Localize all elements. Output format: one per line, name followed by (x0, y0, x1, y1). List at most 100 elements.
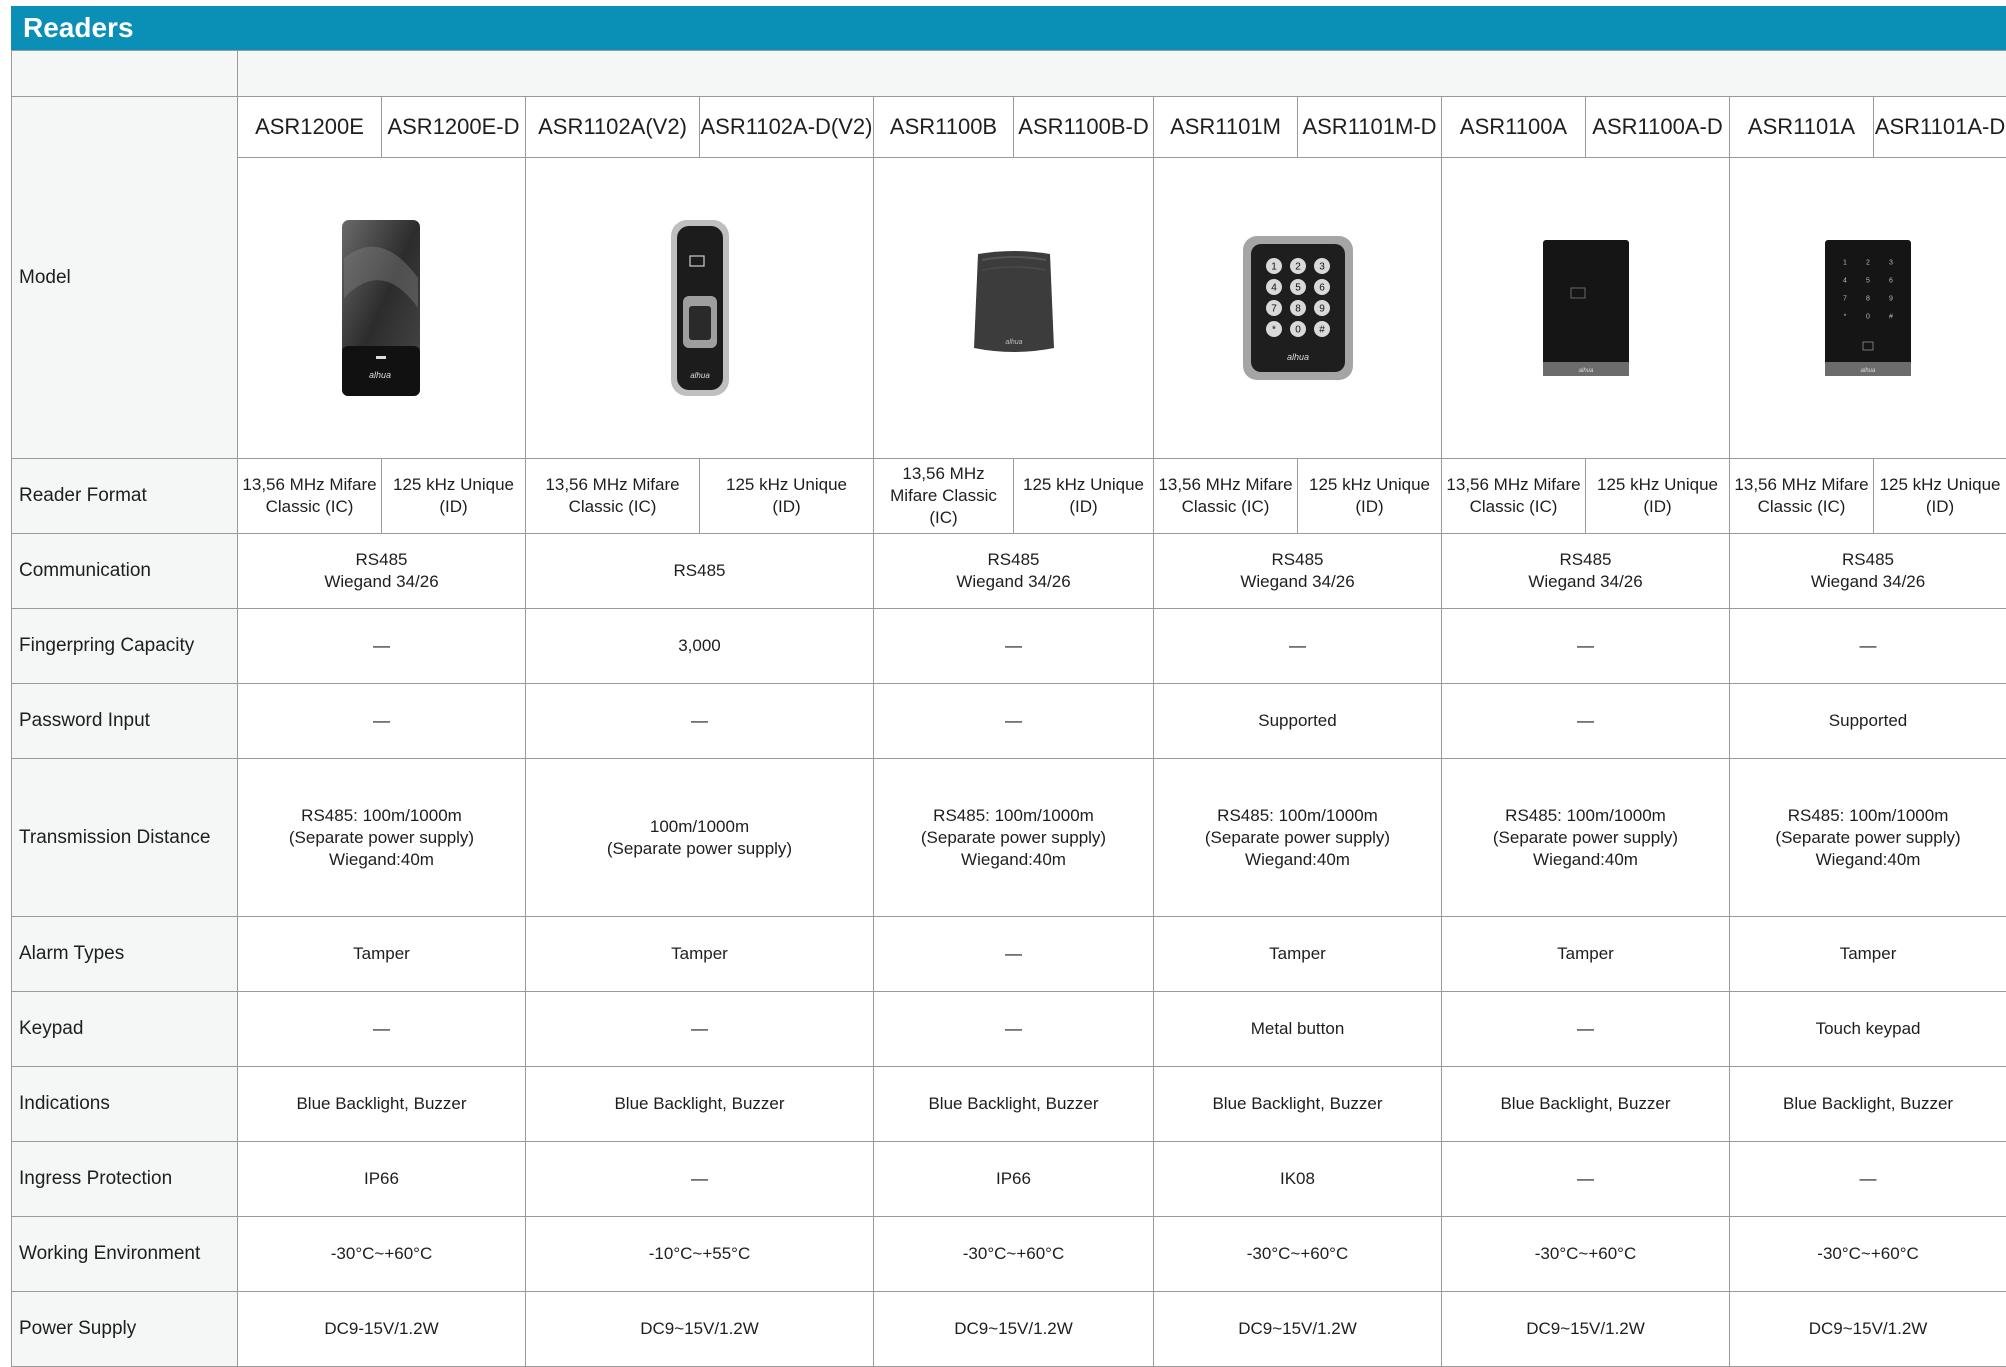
working-environment-cell: -30°C~+60°C (874, 1217, 1154, 1292)
keypad-key-label: * (1844, 313, 1847, 320)
keypad-key-label: 8 (1295, 304, 1301, 315)
blank-cell (238, 51, 2006, 97)
ingress-protection-cell: — (1730, 1142, 2006, 1217)
model-name: ASR1102A(V2) (526, 97, 700, 158)
communication-cell: RS485 Wiegand 34/26 (874, 534, 1154, 609)
card-reader-image: alhua (332, 218, 432, 398)
reader-format-cell: 125 kHz Unique (ID) (1874, 459, 2006, 534)
product-image-cell: 123456789*0# alhua (1730, 158, 2006, 459)
card-reader-image: alhua (964, 248, 1064, 368)
card-reader-image: alhua (1541, 238, 1631, 378)
indications-cell: Blue Backlight, Buzzer (526, 1067, 874, 1142)
keypad-key-label: 5 (1866, 277, 1870, 284)
working-environment-cell: -30°C~+60°C (1154, 1217, 1442, 1292)
row-label-keypad: Keypad (12, 992, 238, 1067)
spec-table: Model ASR1200E ASR1200E-D ASR1102A(V2) A… (11, 50, 2006, 1367)
power-supply-cell: DC9~15V/1.2W (1154, 1292, 1442, 1367)
model-name: ASR1101A-D (1874, 97, 2006, 158)
keypad-key-label: 8 (1866, 295, 1870, 302)
keypad-reader-image: 123456789*0# alhua (1241, 234, 1355, 382)
keypad-key-label: 5 (1295, 283, 1301, 294)
row-label-power-supply: Power Supply (12, 1292, 238, 1367)
model-name: ASR1102A-D(V2) (700, 97, 874, 158)
keypad-key-label: 0 (1295, 325, 1301, 336)
indications-cell: Blue Backlight, Buzzer (1442, 1067, 1730, 1142)
communication-cell: RS485 (526, 534, 874, 609)
keypad-key-label: 6 (1319, 283, 1325, 294)
fingerprint-capacity-cell: — (1730, 609, 2006, 684)
table-row: Reader Format 13,56 MHz Mifare Classic (… (12, 459, 2006, 534)
product-image-cell: alhua (238, 158, 526, 459)
row-label-reader-format: Reader Format (12, 459, 238, 534)
reader-format-cell: 125 kHz Unique (ID) (382, 459, 526, 534)
fingerprint-reader-image: alhua (665, 218, 735, 398)
brand-logo: alhua (1005, 339, 1022, 346)
reader-format-cell: 125 kHz Unique (ID) (1298, 459, 1442, 534)
communication-cell: RS485 Wiegand 34/26 (238, 534, 526, 609)
keypad-key-label: 3 (1319, 262, 1325, 273)
transmission-distance-cell: 100m/1000m (Separate power supply) (526, 759, 874, 917)
alarm-types-cell: — (874, 917, 1154, 992)
alarm-types-cell: Tamper (1442, 917, 1730, 992)
keypad-key-label: 4 (1271, 283, 1277, 294)
table-row: alhua alhua alhua (12, 158, 2006, 459)
transmission-distance-cell: RS485: 100m/1000m (Separate power supply… (1442, 759, 1730, 917)
table-row: Password Input — — — Supported — Support… (12, 684, 2006, 759)
model-name: ASR1200E (238, 97, 382, 158)
title-bar: Readers (11, 6, 2006, 50)
keypad-key-label: 3 (1889, 259, 1893, 266)
communication-cell: RS485 Wiegand 34/26 (1154, 534, 1442, 609)
row-label-working-environment: Working Environment (12, 1217, 238, 1292)
table-row: Power Supply DC9-15V/1.2W DC9~15V/1.2W D… (12, 1292, 2006, 1367)
power-supply-cell: DC9-15V/1.2W (238, 1292, 526, 1367)
reader-format-cell: 125 kHz Unique (ID) (1586, 459, 1730, 534)
table-row: Model ASR1200E ASR1200E-D ASR1102A(V2) A… (12, 97, 2006, 158)
keypad-key-label: 2 (1295, 262, 1301, 273)
row-label-model: Model (12, 97, 238, 459)
keypad-key-label: * (1272, 325, 1276, 336)
model-name: ASR1200E-D (382, 97, 526, 158)
reader-format-cell: 125 kHz Unique (ID) (1014, 459, 1154, 534)
password-input-cell: — (874, 684, 1154, 759)
password-input-cell: Supported (1730, 684, 2006, 759)
model-name: ASR1100B-D (1014, 97, 1154, 158)
keypad-key-label: 0 (1866, 313, 1870, 320)
keypad-key-label: 2 (1866, 259, 1870, 266)
keypad-key-label: # (1319, 325, 1325, 336)
password-input-cell: — (526, 684, 874, 759)
reader-format-cell: 13,56 MHz Mifare Classic (IC) (1442, 459, 1586, 534)
power-supply-cell: DC9~15V/1.2W (874, 1292, 1154, 1367)
row-label-password-input: Password Input (12, 684, 238, 759)
brand-logo: alhua (1578, 368, 1593, 374)
row-label-indications: Indications (12, 1067, 238, 1142)
reader-format-cell: 13,56 MHz Mifare Classic (IC) (526, 459, 700, 534)
power-supply-cell: DC9~15V/1.2W (526, 1292, 874, 1367)
model-name: ASR1101A (1730, 97, 1874, 158)
keypad-key-label: 7 (1271, 304, 1277, 315)
alarm-types-cell: Tamper (238, 917, 526, 992)
keypad-cell: Touch keypad (1730, 992, 2006, 1067)
keypad-key-label: 4 (1843, 277, 1847, 284)
transmission-distance-cell: RS485: 100m/1000m (Separate power supply… (874, 759, 1154, 917)
keypad-key-label: 7 (1843, 295, 1847, 302)
brand-logo: alhua (1861, 368, 1876, 374)
password-input-cell: Supported (1154, 684, 1442, 759)
ingress-protection-cell: — (526, 1142, 874, 1217)
row-label-alarm-types: Alarm Types (12, 917, 238, 992)
page-title: Readers (23, 12, 134, 44)
product-image-cell: 123456789*0# alhua (1154, 158, 1442, 459)
brand-logo: alhua (368, 370, 390, 380)
indications-cell: Blue Backlight, Buzzer (1154, 1067, 1442, 1142)
table-row: Communication RS485 Wiegand 34/26 RS485 … (12, 534, 2006, 609)
keypad-cell: — (526, 992, 874, 1067)
alarm-types-cell: Tamper (1154, 917, 1442, 992)
password-input-cell: — (1442, 684, 1730, 759)
ingress-protection-cell: IP66 (874, 1142, 1154, 1217)
model-name: ASR1101M-D (1298, 97, 1442, 158)
reader-format-cell: 125 kHz Unique (ID) (700, 459, 874, 534)
table-row: Ingress Protection IP66 — IP66 IK08 — — (12, 1142, 2006, 1217)
blank-cell (12, 51, 238, 97)
row-label-fingerprint-capacity: Fingerpring Capacity (12, 609, 238, 684)
transmission-distance-cell: RS485: 100m/1000m (Separate power supply… (238, 759, 526, 917)
fingerprint-capacity-cell: — (238, 609, 526, 684)
